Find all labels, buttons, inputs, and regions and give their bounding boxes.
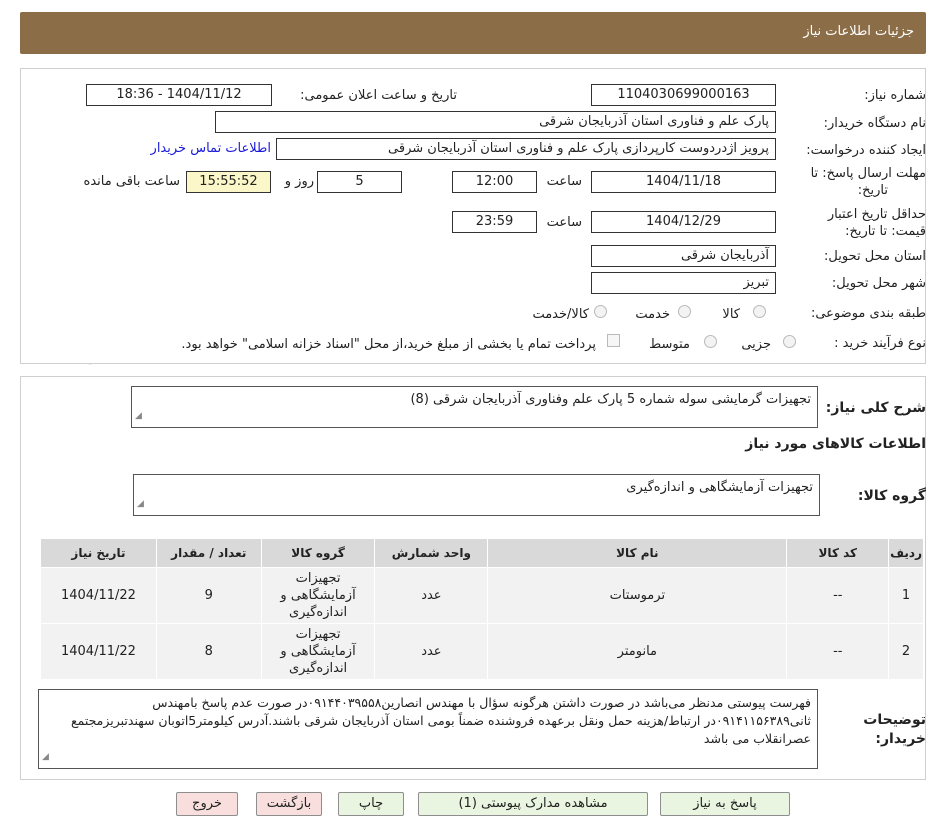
- buyer-contact-link[interactable]: اطلاعات تماس خریدار: [151, 141, 271, 156]
- cell-name: ترموستات: [487, 567, 788, 624]
- deadline-time-field: 12:00: [452, 171, 537, 193]
- cell-name: مانومتر: [487, 623, 788, 680]
- deadline-date-field: 1404/11/18: [591, 171, 776, 193]
- table-row: 2 -- مانومتر عدد تجهیزات آزمایشگاهی و ان…: [40, 623, 924, 680]
- category-option-goods-service: کالا/خدمت: [532, 307, 589, 322]
- buyer-notes-textarea[interactable]: فهرست پیوستی مدنظر می‌باشد در صورت داشتن…: [38, 689, 818, 769]
- col-qty: تعداد / مقدار: [155, 538, 262, 568]
- deadline-label-2: تاریخ:: [857, 183, 888, 198]
- resize-grip-icon[interactable]: ◢: [137, 495, 144, 513]
- resize-grip-icon[interactable]: ◢: [135, 407, 142, 425]
- province-field: آذربایجان شرقی: [591, 245, 776, 267]
- payment-note: پرداخت تمام یا بخشی از مبلغ خرید،از محل …: [181, 337, 596, 352]
- category-radio-service[interactable]: [678, 305, 691, 318]
- resize-grip-icon[interactable]: ◢: [42, 748, 49, 766]
- process-option-minor: جزیی: [741, 337, 771, 352]
- buyer-org-field: پارک علم و فناوری استان آذربایجان شرقی: [215, 111, 776, 133]
- cell-date: 1404/11/22: [40, 623, 157, 680]
- category-option-service: خدمت: [635, 307, 670, 322]
- category-radio-goods[interactable]: [753, 305, 766, 318]
- col-date: تاریخ نیاز: [40, 538, 157, 568]
- process-radio-medium[interactable]: [704, 335, 717, 348]
- cell-unit: عدد: [374, 567, 489, 624]
- goods-group-textarea[interactable]: تجهیزات آزمایشگاهی و اندازه‌گیری ◢: [133, 474, 820, 516]
- process-option-medium: متوسط: [649, 337, 690, 352]
- announce-date-field: 1404/11/12 - 18:36: [86, 84, 272, 106]
- requester-label: ایجاد کننده درخواست:: [806, 143, 926, 158]
- city-label: شهر محل تحویل:: [831, 276, 926, 291]
- treasury-checkbox[interactable]: [607, 334, 620, 347]
- col-unit: واحد شمارش: [374, 538, 489, 568]
- deadline-time-label: ساعت: [546, 174, 582, 189]
- cell-row: 1: [888, 567, 924, 624]
- requester-field: پرویز اژدردوست کارپردازی پارک علم و فناو…: [276, 138, 776, 160]
- need-number-label: شماره نیاز:: [864, 88, 926, 103]
- process-radio-minor[interactable]: [783, 335, 796, 348]
- remaining-label: ساعت باقی مانده: [83, 174, 180, 189]
- province-label: استان محل تحویل:: [824, 249, 926, 264]
- summary-label: شرح کلی نیاز:: [825, 400, 926, 416]
- view-attachments-button[interactable]: مشاهده مدارک پیوستی (1): [418, 792, 648, 816]
- validity-date-field: 1404/12/29: [591, 211, 776, 233]
- respond-button[interactable]: پاسخ به نیاز: [660, 792, 790, 816]
- goods-group-text: تجهیزات آزمایشگاهی و اندازه‌گیری: [626, 480, 813, 495]
- summary-textarea[interactable]: تجهیزات گرمایشی سوله شماره 5 پارک علم وف…: [131, 386, 818, 428]
- validity-label-2: قیمت: تا تاریخ:: [845, 224, 926, 239]
- buyer-notes-label-1: توضیحات: [863, 712, 926, 728]
- process-label: نوع فرآیند خرید :: [834, 336, 926, 351]
- deadline-label-1: مهلت ارسال پاسخ: تا: [810, 166, 926, 181]
- remaining-time-field: 15:55:52: [186, 171, 271, 193]
- summary-text: تجهیزات گرمایشی سوله شماره 5 پارک علم وف…: [410, 392, 811, 407]
- cell-qty: 8: [155, 623, 262, 680]
- cell-unit: عدد: [374, 623, 489, 680]
- category-label: طبقه بندی موضوعی:: [810, 306, 926, 321]
- cell-qty: 9: [155, 567, 262, 624]
- goods-table: ردیف کد کالا نام کالا واحد شمارش گروه کا…: [40, 538, 924, 680]
- cell-code: --: [786, 567, 890, 624]
- need-number-field: 1104030699000163: [591, 84, 776, 106]
- category-option-goods: کالا: [722, 307, 740, 322]
- page-title: جزئیات اطلاعات نیاز: [803, 24, 914, 39]
- buyer-org-label: نام دستگاه خریدار:: [823, 116, 926, 131]
- goods-section-title: اطلاعات کالاهای مورد نیاز: [745, 436, 926, 452]
- col-code: کد کالا: [786, 538, 890, 568]
- announce-label: تاریخ و ساعت اعلان عمومی:: [300, 88, 457, 103]
- buyer-notes-label-2: خریدار:: [875, 731, 926, 747]
- cell-date: 1404/11/22: [40, 567, 157, 624]
- page-header: جزئیات اطلاعات نیاز: [20, 12, 926, 54]
- exit-button[interactable]: خروج: [176, 792, 238, 816]
- days-field: 5: [317, 171, 402, 193]
- cell-code: --: [786, 623, 890, 680]
- cell-row: 2: [888, 623, 924, 680]
- city-field: تبریز: [591, 272, 776, 294]
- cell-group: تجهیزات آزمایشگاهی و اندازه‌گیری: [260, 623, 376, 680]
- col-group: گروه کالا: [260, 538, 376, 568]
- validity-time-label: ساعت: [546, 215, 582, 230]
- back-button[interactable]: بازگشت: [256, 792, 322, 816]
- days-label: روز و: [284, 174, 314, 189]
- buyer-notes-text: فهرست پیوستی مدنظر می‌باشد در صورت داشتن…: [70, 695, 811, 746]
- cell-group: تجهیزات آزمایشگاهی و اندازه‌گیری: [260, 567, 376, 624]
- goods-group-label: گروه کالا:: [857, 488, 926, 504]
- validity-time-field: 23:59: [452, 211, 537, 233]
- print-button[interactable]: چاپ: [338, 792, 404, 816]
- table-row: 1 -- ترموستات عدد تجهیزات آزمایشگاهی و ا…: [40, 567, 924, 624]
- validity-label-1: حداقل تاریخ اعتبار: [827, 207, 926, 222]
- col-row: ردیف: [888, 538, 924, 568]
- category-radio-goods-service[interactable]: [594, 305, 607, 318]
- col-name: نام کالا: [487, 538, 788, 568]
- table-header-row: ردیف کد کالا نام کالا واحد شمارش گروه کا…: [40, 538, 924, 568]
